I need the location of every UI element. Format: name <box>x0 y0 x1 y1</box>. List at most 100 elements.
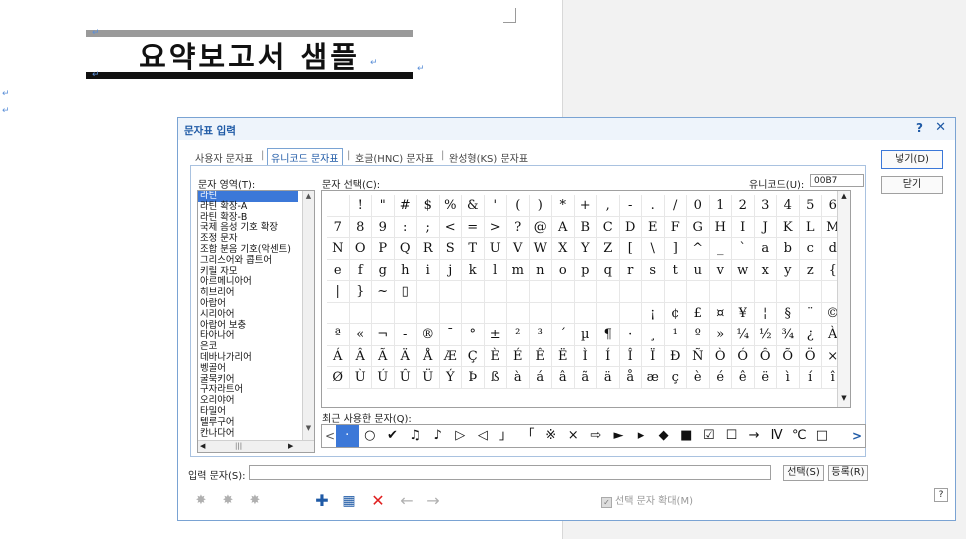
char-cell[interactable] <box>484 281 507 303</box>
char-cell[interactable] <box>552 281 575 303</box>
char-cell[interactable]: [ <box>619 238 642 260</box>
char-cell[interactable]: z <box>799 259 822 281</box>
char-cell[interactable]: ¡ <box>642 302 665 324</box>
char-cell[interactable]: , <box>597 195 620 217</box>
char-cell[interactable]: Ë <box>552 345 575 367</box>
char-cell[interactable] <box>552 302 575 324</box>
char-cell[interactable]: A <box>552 216 575 238</box>
scroll-down-icon[interactable]: ▼ <box>838 394 850 402</box>
char-cell[interactable]: c <box>799 238 822 260</box>
char-cell[interactable]: Ï <box>642 345 665 367</box>
char-cell[interactable]: Ü <box>417 367 440 389</box>
char-cell[interactable]: | <box>327 281 350 303</box>
char-cell[interactable]: y <box>777 259 800 281</box>
char-cell[interactable] <box>732 281 755 303</box>
char-cell[interactable]: ª <box>327 324 350 346</box>
char-cell[interactable]: H <box>709 216 732 238</box>
char-cell[interactable]: t <box>664 259 687 281</box>
char-cell[interactable]: · <box>619 324 642 346</box>
char-cell[interactable]: U <box>484 238 507 260</box>
char-cell[interactable]: + <box>574 195 597 217</box>
input-chars-field[interactable] <box>249 465 771 480</box>
char-cell[interactable]: Ø <box>327 367 350 389</box>
char-cell[interactable]: % <box>439 195 462 217</box>
char-cell[interactable]: \ <box>642 238 665 260</box>
close-button[interactable]: 닫기 <box>881 176 943 194</box>
char-cell[interactable]: ; <box>417 216 440 238</box>
char-cell[interactable]: è <box>687 367 710 389</box>
char-cell[interactable]: º <box>687 324 710 346</box>
char-cell[interactable]: ¾ <box>777 324 800 346</box>
char-cell[interactable]: _ <box>709 238 732 260</box>
add-icon[interactable]: ✚ <box>311 491 333 511</box>
add-user-char-icon[interactable]: ✸ <box>190 491 212 511</box>
char-cell[interactable]: Â <box>349 345 372 367</box>
char-cell[interactable]: f <box>349 259 372 281</box>
char-cell[interactable]: Ô <box>754 345 777 367</box>
scroll-up-icon[interactable]: ▲ <box>303 191 314 202</box>
char-cell[interactable] <box>484 302 507 324</box>
recent-next-icon[interactable]: > <box>852 429 862 443</box>
char-cell[interactable]: ¯ <box>439 324 462 346</box>
char-cell[interactable]: O <box>349 238 372 260</box>
char-cell[interactable]: È <box>484 345 507 367</box>
char-cell[interactable] <box>507 281 530 303</box>
char-cell[interactable]: ä <box>597 367 620 389</box>
char-cell[interactable]: > <box>484 216 507 238</box>
char-cell[interactable]: Ñ <box>687 345 710 367</box>
char-cell[interactable]: Ó <box>732 345 755 367</box>
char-cell[interactable]: Á <box>327 345 350 367</box>
char-cell[interactable] <box>462 281 485 303</box>
dialog-titlebar[interactable]: 문자표 입력 ? ✕ <box>178 118 955 140</box>
char-cell[interactable]: : <box>394 216 417 238</box>
move-left-icon[interactable]: ← <box>396 491 418 511</box>
category-vscroll[interactable]: ▲ ▼ <box>302 191 314 452</box>
register-button[interactable]: 등록(R) <box>828 465 868 481</box>
char-cell[interactable]: å <box>619 367 642 389</box>
char-cell[interactable]: r <box>619 259 642 281</box>
char-cell[interactable]: Ý <box>439 367 462 389</box>
char-cell[interactable]: á <box>529 367 552 389</box>
char-cell[interactable]: E <box>642 216 665 238</box>
recent-char-cell[interactable]: 」 <box>494 425 517 447</box>
char-cell[interactable]: T <box>462 238 485 260</box>
close-icon[interactable]: ✕ <box>935 120 946 135</box>
char-cell[interactable]: ç <box>664 367 687 389</box>
edit-user-char-icon[interactable]: ✸ <box>217 491 239 511</box>
char-cell[interactable]: j <box>439 259 462 281</box>
char-grid[interactable]: ! " # $% & '() * +, -./0 1 2 3 4 5 6 7 8 9:; < = >? @ A B C D E F G H… <box>321 190 851 408</box>
char-cell[interactable] <box>777 281 800 303</box>
char-cell[interactable]: ¸ <box>642 324 665 346</box>
char-cell[interactable] <box>574 281 597 303</box>
char-cell[interactable]: X <box>552 238 575 260</box>
char-cell[interactable]: g <box>372 259 395 281</box>
char-cell[interactable]: D <box>619 216 642 238</box>
char-cell[interactable]: L <box>799 216 822 238</box>
char-cell[interactable]: W <box>529 238 552 260</box>
char-cell[interactable]: ½ <box>754 324 777 346</box>
char-cell[interactable]: 8 <box>349 216 372 238</box>
char-cell[interactable] <box>597 302 620 324</box>
char-cell[interactable]: ° <box>462 324 485 346</box>
recent-char-cell[interactable]: ♪ <box>426 425 449 447</box>
char-cell[interactable]: ® <box>417 324 440 346</box>
char-cell[interactable]: ê <box>732 367 755 389</box>
char-cell[interactable]: 5 <box>799 195 822 217</box>
char-cell[interactable]: Ì <box>574 345 597 367</box>
char-cell[interactable]: ) <box>529 195 552 217</box>
recent-char-cell[interactable]: ▸ <box>630 425 653 447</box>
char-cell[interactable]: S <box>439 238 462 260</box>
unicode-input[interactable]: 00B7 <box>810 174 864 187</box>
char-cell[interactable] <box>597 281 620 303</box>
char-cell[interactable]: Ð <box>664 345 687 367</box>
category-hscroll[interactable]: ◀ ||| ▶ <box>198 440 314 452</box>
recent-char-cell[interactable]: □ <box>811 425 834 447</box>
char-cell[interactable]: C <box>597 216 620 238</box>
char-cell[interactable] <box>439 281 462 303</box>
char-cell[interactable]: 0 <box>687 195 710 217</box>
recent-char-cell[interactable]: ◆ <box>652 425 675 447</box>
enlarge-checkbox[interactable]: ✓ 선택 문자 확대(M) <box>601 492 693 508</box>
recent-char-cell[interactable]: ► <box>607 425 630 447</box>
recent-char-cell[interactable]: ☐ <box>720 425 743 447</box>
char-cell[interactable]: ! <box>349 195 372 217</box>
